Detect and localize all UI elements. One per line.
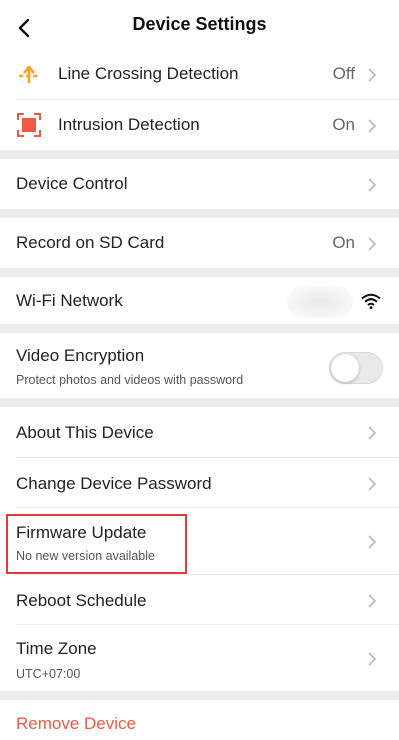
about-device-label: About This Device (16, 423, 154, 442)
chevron-right-icon (368, 477, 377, 491)
line-crossing-value: Off (332, 64, 355, 83)
intrusion-row[interactable]: Intrusion Detection On (0, 100, 399, 150)
line-crossing-row[interactable]: Line Crossing Detection Off (0, 50, 399, 100)
time-zone-value: UTC+07:00 (16, 667, 81, 681)
intrusion-icon (17, 113, 41, 137)
video-encryption-subtitle: Protect photos and videos with password (16, 373, 244, 387)
header-bar: Device Settings (0, 0, 399, 50)
video-encryption-toggle[interactable] (329, 352, 383, 384)
toggle-knob (331, 354, 359, 382)
line-crossing-label: Line Crossing Detection (58, 64, 239, 83)
chevron-right-icon (368, 119, 377, 133)
video-encryption-row: Video Encryption Protect photos and vide… (0, 333, 399, 398)
wifi-network-name-blurred (287, 286, 353, 318)
record-sd-label: Record on SD Card (16, 233, 165, 252)
chevron-right-icon (368, 68, 377, 82)
record-sd-row[interactable]: Record on SD Card On (0, 218, 399, 268)
chevron-right-icon (368, 535, 377, 549)
time-zone-label: Time Zone (16, 639, 97, 658)
remove-device-button[interactable]: Remove Device (16, 714, 136, 734)
remove-device-row[interactable]: Remove Device (0, 700, 399, 740)
change-password-label: Change Device Password (16, 474, 212, 493)
chevron-right-icon (368, 237, 377, 251)
device-control-row[interactable]: Device Control (0, 159, 399, 209)
wifi-icon (361, 293, 381, 309)
line-crossing-icon (17, 63, 41, 87)
chevron-right-icon (368, 652, 377, 666)
chevron-right-icon (368, 178, 377, 192)
highlight-box (6, 514, 187, 574)
page-title: Device Settings (132, 14, 267, 34)
time-zone-row[interactable]: Time Zone UTC+07:00 (0, 625, 399, 691)
reboot-schedule-label: Reboot Schedule (16, 591, 147, 610)
change-password-row[interactable]: Change Device Password (0, 458, 399, 508)
intrusion-label: Intrusion Detection (58, 115, 200, 134)
chevron-right-icon (368, 426, 377, 440)
wifi-label: Wi-Fi Network (16, 291, 123, 310)
device-control-label: Device Control (16, 174, 128, 193)
video-encryption-label: Video Encryption (16, 346, 145, 365)
chevron-right-icon (368, 594, 377, 608)
reboot-schedule-row[interactable]: Reboot Schedule (0, 575, 399, 625)
about-device-row[interactable]: About This Device (0, 407, 399, 458)
wifi-row[interactable]: Wi-Fi Network (0, 277, 399, 324)
intrusion-value: On (332, 115, 355, 134)
record-sd-value: On (332, 233, 355, 252)
